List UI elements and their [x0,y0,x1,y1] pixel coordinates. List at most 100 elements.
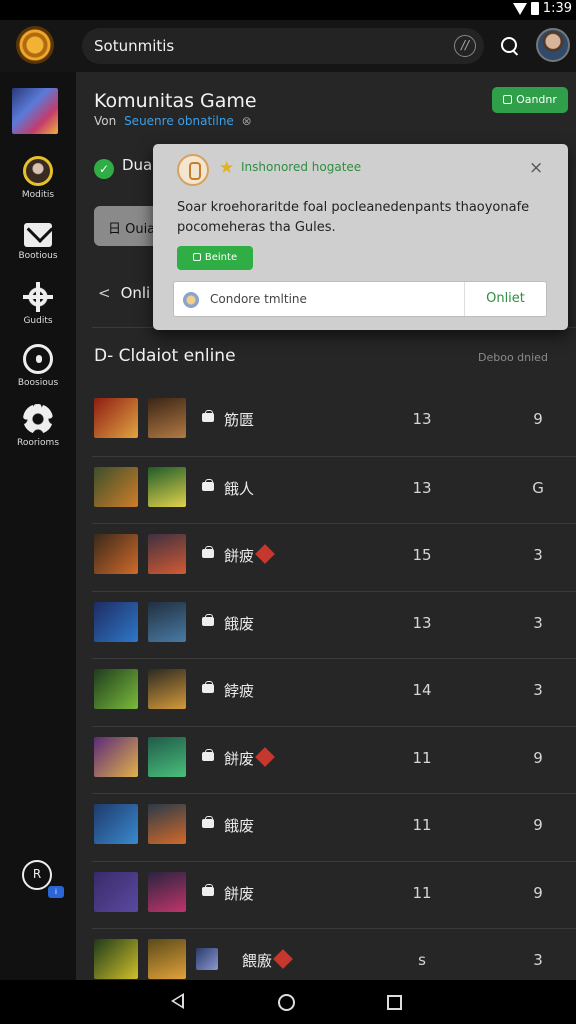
sidebar-item-label: Bootious [18,251,58,261]
game-name: 筋匮 [224,409,254,430]
game-row[interactable]: 餅废 11 9 [92,860,576,928]
game-cover[interactable] [148,398,186,438]
game-count: 13 [412,410,432,428]
game-thumbnail[interactable] [94,939,138,979]
square-icon [192,253,201,261]
app-logo[interactable] [16,26,54,64]
game-name: 餓人 [224,478,254,499]
popup-input[interactable]: Condore tmltine Onliet [173,281,547,317]
game-name: 餅疲 [224,544,275,566]
popup-input-button[interactable]: Onliet [464,282,546,316]
section-title: D- Cldaiot enline [94,346,236,366]
game-cover[interactable] [148,804,186,844]
game-thumbnail[interactable] [94,534,138,574]
battery-icon [530,2,539,15]
game-cover[interactable] [148,871,186,912]
game-thumbnail[interactable] [94,669,138,709]
game-row[interactable]: 餑疲 14 3 [92,658,576,725]
sidebar-item-settings[interactable]: Roorioms [0,404,76,448]
game-thumbnail[interactable] [94,398,138,438]
subtitle-prefix: Von [94,114,117,128]
lock-icon [202,613,214,626]
popup-action-button[interactable]: Beinte [177,246,253,270]
back-row[interactable]: < Onli [98,284,150,302]
game-thumbnail[interactable] [94,466,138,507]
sidebar-item-guilds[interactable]: Gudits [0,282,76,326]
profile-icon [23,156,53,186]
game-row[interactable]: 餓废 13 3 [92,590,576,658]
sidebar-item-messages[interactable]: Bootious [0,220,76,261]
popup-input-placeholder: Condore tmltine [210,292,307,306]
game-name-text: 餑疲 [224,682,255,700]
dual-status[interactable]: ✓ Dual [94,156,156,179]
game-thumbnail[interactable] [94,804,138,844]
gear-icon [23,404,53,434]
game-name: 餓废 [224,613,254,634]
back-icon[interactable] [171,993,184,1009]
page-subtitle: Von Seuenre obnatilne ⊗ [94,114,252,128]
game-name-text: 餓废 [224,614,255,633]
game-thumbnail[interactable] [94,601,138,642]
stopwatch-icon [23,344,53,374]
game-count: 11 [412,883,432,902]
lock-icon [202,478,214,491]
game-thumbnail[interactable] [94,736,138,777]
edit-icon[interactable]: // [454,35,476,57]
popup-action-label: Beinte [204,252,238,263]
game-name-text: 餓人 [224,479,255,498]
game-row[interactable]: 筋匮 13 9 [92,388,576,455]
navigation-bar [0,980,576,1024]
game-cover[interactable] [148,736,186,777]
game-count: 11 [412,816,432,834]
game-row[interactable]: 餅废 11 9 [92,725,576,793]
lock-icon [202,681,214,693]
sidebar-item-label: Boosious [17,378,59,388]
online-button-label: Oandnr [516,93,557,106]
game-cover[interactable] [148,534,186,574]
game-row[interactable]: 餅疲 15 3 [92,523,576,590]
flame-badge-icon [255,544,275,564]
game-rank: G [532,478,544,497]
recents-icon[interactable] [387,995,402,1010]
game-name-text: 餅疲 [224,547,255,565]
online-button[interactable]: Oandnr [492,87,568,113]
game-count: 13 [412,478,432,497]
clock: 1:39 [542,1,572,16]
game-cover[interactable] [148,669,186,709]
game-rank: 3 [533,546,543,564]
search-icon[interactable] [499,36,521,58]
game-count: 14 [412,681,432,699]
lock-icon [202,410,214,422]
search-input[interactable]: Sotunmitis // [82,28,484,64]
sidebar-game-thumbnail[interactable] [12,88,58,134]
square-icon [503,95,513,104]
game-row[interactable]: 餓人 13 G [92,455,576,523]
home-icon[interactable] [278,994,295,1011]
sidebar-item-label: Gudits [23,316,53,326]
game-rank: 9 [533,748,543,767]
account-icon[interactable]: R [22,860,52,890]
game-thumbnail[interactable] [94,871,138,912]
game-rank: 9 [533,883,543,902]
game-cover[interactable] [148,939,186,979]
game-cover[interactable] [148,466,186,507]
game-cover[interactable] [148,601,186,642]
close-icon[interactable]: × [529,158,543,178]
app-header: Sotunmitis // [0,20,576,72]
sidebar-item-label: Roorioms [16,438,60,448]
chevron-left-icon: < [98,284,111,302]
lock-icon [202,748,214,761]
game-count: 13 [412,613,432,632]
game-mini-thumbnail [196,948,218,970]
popup-avatar [177,154,209,186]
sidebar-item-boosts[interactable]: Boosious [0,344,76,388]
filter-icon: 日 [108,222,126,237]
subtitle-link[interactable]: Seuenre obnatilne [124,114,234,128]
game-name: 餵廒 [242,949,293,971]
game-row[interactable]: 餓废 11 9 [92,793,576,860]
avatar[interactable] [536,28,570,62]
flame-badge-icon [273,949,293,969]
sidebar-item-profile[interactable]: Moditis [0,156,76,200]
section-meta[interactable]: Deboo dnied [478,351,548,364]
game-rank: 9 [533,816,543,834]
